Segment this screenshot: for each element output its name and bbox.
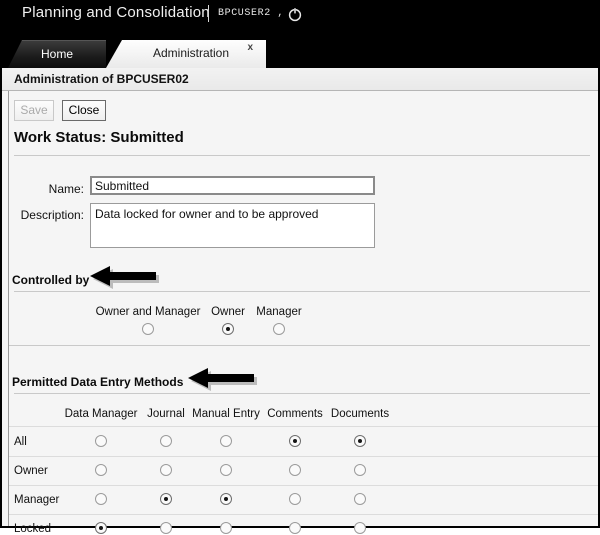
name-input[interactable]: [90, 176, 375, 195]
top-header-bar: Planning and Consolidation BPCUSER2 ,: [0, 0, 600, 36]
controlled-by-divider: [14, 291, 590, 292]
name-label: Name:: [16, 182, 84, 196]
permitted-radio-locked-comments[interactable]: [289, 522, 301, 534]
table-row-divider: [9, 485, 598, 486]
permitted-radio-all-data-manager[interactable]: [95, 435, 107, 447]
header-divider: [208, 5, 209, 22]
content-frame: Administration of BPCUSER02 Save Close W…: [0, 68, 600, 528]
permitted-radio-all-journal[interactable]: [160, 435, 172, 447]
controlled-by-radio-manager[interactable]: [273, 323, 285, 335]
app-brand-title: Planning and Consolidation: [22, 4, 210, 21]
permitted-radio-all-manual-entry[interactable]: [220, 435, 232, 447]
permitted-methods-row-label-3: Locked: [14, 523, 51, 535]
work-status-heading: Work Status: Submitted: [14, 129, 184, 146]
permitted-methods-column-header-4: Documents: [331, 408, 389, 420]
controlled-by-radio-owner[interactable]: [222, 323, 234, 335]
permitted-methods-row-label-0: All: [14, 436, 27, 448]
permitted-radio-manager-data-manager[interactable]: [95, 493, 107, 505]
permitted-radio-manager-journal[interactable]: [160, 493, 172, 505]
permitted-methods-title: Permitted Data Entry Methods: [12, 375, 183, 389]
close-icon[interactable]: x: [247, 43, 253, 53]
permitted-radio-manager-comments[interactable]: [289, 493, 301, 505]
tab-administration-label: Administration: [116, 46, 266, 60]
current-user-label: BPCUSER2 ,: [218, 8, 284, 19]
table-row-divider: [9, 456, 598, 457]
permitted-methods-divider: [14, 393, 590, 394]
permitted-radio-owner-data-manager[interactable]: [95, 464, 107, 476]
controlled-by-title: Controlled by: [12, 273, 89, 287]
permitted-methods-column-header-1: Journal: [147, 408, 185, 420]
page-body: Save Close Work Status: Submitted Name: …: [2, 91, 598, 526]
description-textarea[interactable]: [90, 203, 375, 248]
heading-divider: [14, 155, 590, 156]
application-window: Planning and Consolidation BPCUSER2 , Ho…: [0, 0, 600, 528]
permitted-radio-all-comments[interactable]: [289, 435, 301, 447]
permitted-methods-row-label-2: Manager: [14, 494, 59, 506]
permitted-methods-row-label-1: Owner: [14, 465, 48, 477]
permitted-radio-owner-documents[interactable]: [354, 464, 366, 476]
left-rule-divider: [8, 91, 9, 526]
permitted-methods-column-header-3: Comments: [267, 408, 323, 420]
permitted-radio-all-documents[interactable]: [354, 435, 366, 447]
controlled-by-bottom-divider: [9, 345, 590, 346]
permitted-radio-manager-manual-entry[interactable]: [220, 493, 232, 505]
tab-home[interactable]: Home: [8, 40, 106, 68]
page-title-bar: Administration of BPCUSER02: [2, 68, 598, 91]
page-title: Administration of BPCUSER02: [14, 72, 189, 86]
tab-home-label: Home: [8, 47, 106, 61]
permitted-methods-column-header-0: Data Manager: [65, 408, 138, 420]
permitted-radio-locked-documents[interactable]: [354, 522, 366, 534]
table-row-divider: [9, 514, 598, 515]
permitted-radio-locked-journal[interactable]: [160, 522, 172, 534]
permitted-radio-owner-journal[interactable]: [160, 464, 172, 476]
save-button[interactable]: Save: [14, 100, 54, 121]
tab-strip: Home Administration x: [0, 36, 600, 68]
tab-administration[interactable]: Administration x: [106, 40, 266, 68]
permitted-radio-owner-comments[interactable]: [289, 464, 301, 476]
controlled-by-option-label-2: Manager: [256, 306, 301, 318]
permitted-radio-locked-data-manager[interactable]: [95, 522, 107, 534]
permitted-methods-column-header-2: Manual Entry: [192, 408, 260, 420]
controlled-by-option-label-0: Owner and Manager: [96, 306, 201, 318]
permitted-radio-manager-documents[interactable]: [354, 493, 366, 505]
close-button[interactable]: Close: [62, 100, 106, 121]
description-label: Description:: [16, 208, 84, 222]
permitted-radio-locked-manual-entry[interactable]: [220, 522, 232, 534]
controlled-by-option-label-1: Owner: [211, 306, 245, 318]
permitted-radio-owner-manual-entry[interactable]: [220, 464, 232, 476]
controlled-by-radio-owner-and-manager[interactable]: [142, 323, 154, 335]
power-icon[interactable]: [287, 6, 303, 22]
table-row-divider: [9, 426, 598, 427]
